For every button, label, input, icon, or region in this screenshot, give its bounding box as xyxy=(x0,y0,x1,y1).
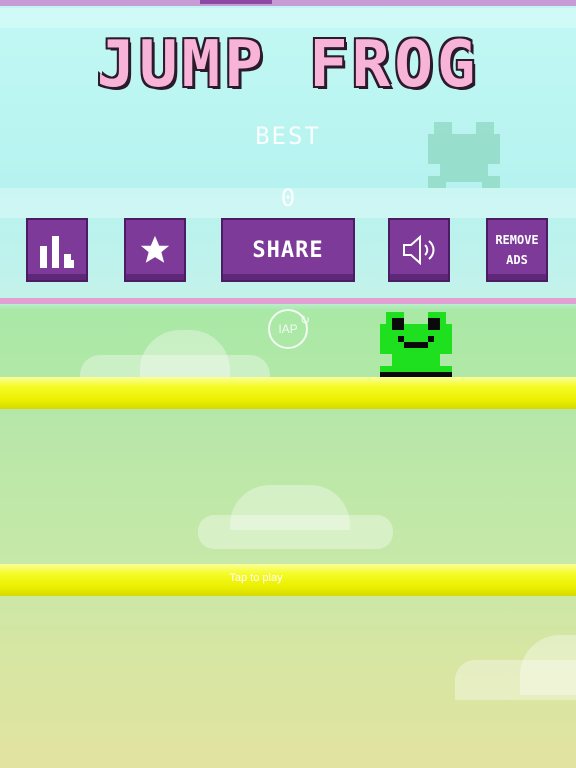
best-score: 0 xyxy=(280,184,296,212)
frog-ghost-icon xyxy=(428,122,500,188)
top-strip-notch xyxy=(200,0,272,4)
rate-button[interactable] xyxy=(124,218,186,282)
iap-restore-button[interactable]: IAP ↻ xyxy=(268,309,310,349)
frog-player-icon xyxy=(380,312,452,378)
tap-to-play-hint: Tap to play xyxy=(229,572,283,584)
speaker-icon xyxy=(403,234,435,266)
remove-ads-line1: REMOVE xyxy=(495,233,539,247)
iap-label: IAP xyxy=(278,322,298,336)
cloud xyxy=(198,515,393,549)
top-strip xyxy=(0,0,576,6)
share-label: SHARE xyxy=(252,237,324,263)
game-title: JUMP FROG xyxy=(96,28,480,102)
bar-chart-icon xyxy=(40,236,74,268)
star-icon xyxy=(140,235,170,263)
cloud xyxy=(455,660,576,700)
refresh-arrow-icon: ↻ xyxy=(299,313,310,327)
platform xyxy=(0,377,576,409)
panel-stripe xyxy=(0,8,576,28)
share-button[interactable]: SHARE xyxy=(221,218,355,282)
remove-ads-button[interactable]: REMOVE ADS xyxy=(486,218,548,282)
remove-ads-line2: ADS xyxy=(506,253,528,267)
panel-bottom-border xyxy=(0,298,576,304)
sound-button[interactable] xyxy=(388,218,450,282)
leaderboard-button[interactable] xyxy=(26,218,88,282)
